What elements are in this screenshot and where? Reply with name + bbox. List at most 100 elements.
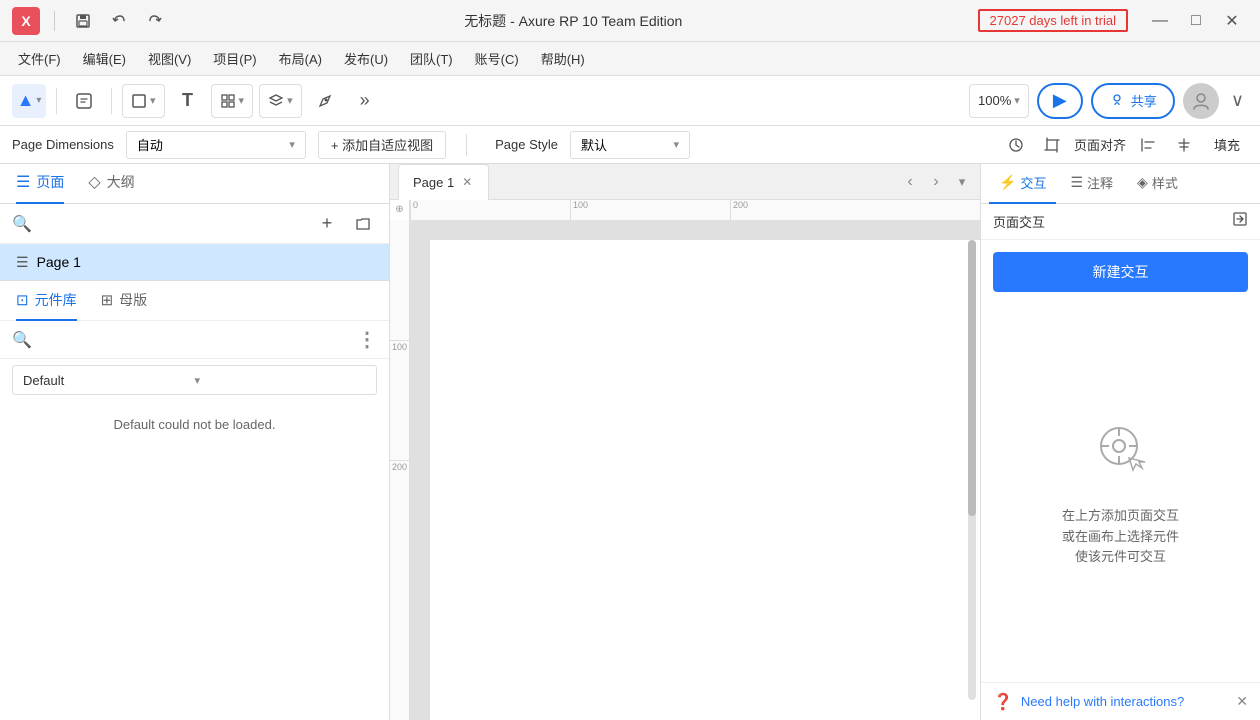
- canvas-scrollbar[interactable]: [968, 240, 976, 700]
- canvas-content[interactable]: [410, 220, 980, 720]
- undo-button[interactable]: [105, 7, 133, 35]
- tab-notes[interactable]: ☰ 注释: [1060, 164, 1123, 204]
- menu-project[interactable]: 项目(P): [203, 45, 266, 72]
- add-adaptive-view-button[interactable]: + 添加自适应视图: [318, 131, 446, 159]
- select-tool-button[interactable]: ▲ ▾: [12, 84, 46, 118]
- page-style-select[interactable]: 默认 ▾: [570, 131, 690, 159]
- search-icon[interactable]: 🔍: [12, 214, 32, 234]
- canvas-tab-page1[interactable]: Page 1 ✕: [398, 164, 489, 200]
- user-avatar-button[interactable]: [1183, 83, 1219, 119]
- component-more-button[interactable]: ⋮: [357, 327, 377, 352]
- toolbar-right: 100% ▾ ▶ 共享 ∨: [969, 83, 1248, 119]
- page-style-label: Page Style: [495, 137, 558, 152]
- fill-button[interactable]: 填充: [1206, 131, 1248, 159]
- menu-file[interactable]: 文件(F): [8, 45, 71, 72]
- toolbar-sep-1: [56, 88, 57, 114]
- canvas-nav-next[interactable]: ›: [924, 170, 948, 194]
- share-button[interactable]: 共享: [1091, 83, 1175, 119]
- layer-tool-dropdown[interactable]: ▾: [259, 84, 302, 118]
- right-panel: ⚡ 交互 ☰ 注释 ◈ 样式 页面交互 新建交互: [980, 164, 1260, 720]
- add-page-button[interactable]: +: [313, 210, 341, 238]
- export-icon[interactable]: [1232, 211, 1248, 232]
- menu-bar: 文件(F) 编辑(E) 视图(V) 项目(P) 布局(A) 发布(U) 团队(T…: [0, 42, 1260, 76]
- component-search-icon[interactable]: 🔍: [12, 330, 32, 350]
- tab-style[interactable]: ◈ 样式: [1127, 164, 1188, 204]
- canvas-page[interactable]: [430, 240, 980, 720]
- pen-tool-button[interactable]: [308, 84, 342, 118]
- tab-components[interactable]: ⊡ 元件库: [16, 281, 77, 321]
- help-icon: ❓: [993, 692, 1013, 712]
- style-icon: ◈: [1137, 174, 1148, 191]
- menu-publish[interactable]: 发布(U): [334, 45, 398, 72]
- interaction-header: 页面交互: [981, 204, 1260, 240]
- help-close-button[interactable]: ✕: [1236, 693, 1248, 710]
- page-dimensions-select[interactable]: 自动 ▾: [126, 131, 306, 159]
- canvas-nav-menu[interactable]: ▾: [950, 170, 974, 194]
- empty-state-icon: [1091, 418, 1151, 490]
- pages-icon: ☰: [16, 172, 30, 192]
- tab-interaction[interactable]: ⚡ 交互: [989, 164, 1056, 204]
- tab-outline[interactable]: ◇ 大纲: [88, 164, 134, 204]
- title-bar: X 无标题 - Axure RP 10 Team Edition 27027 d…: [0, 0, 1260, 42]
- new-interaction-button[interactable]: 新建交互: [993, 252, 1248, 292]
- canvas-nav-prev[interactable]: ‹: [898, 170, 922, 194]
- shape-tool-dropdown[interactable]: ▾: [122, 84, 165, 118]
- menu-layout[interactable]: 布局(A): [269, 45, 332, 72]
- menu-account[interactable]: 账号(C): [465, 45, 529, 72]
- window-controls: — □ ✕: [1144, 7, 1248, 35]
- minimize-button[interactable]: —: [1144, 7, 1176, 35]
- history-button[interactable]: [1002, 131, 1030, 159]
- save-button[interactable]: [69, 7, 97, 35]
- preview-button[interactable]: ▶: [1037, 83, 1083, 119]
- canvas-tab-close[interactable]: ✕: [460, 173, 474, 191]
- interact-tool-button[interactable]: [67, 84, 101, 118]
- page-list-item[interactable]: ☰ Page 1: [0, 244, 389, 280]
- interaction-icon: ⚡: [999, 174, 1016, 191]
- dims-right: 页面对齐 填充: [1002, 131, 1248, 159]
- scrollbar-thumb: [968, 240, 976, 516]
- canvas-area: Page 1 ✕ ‹ › ▾ ⊕ 0 100 200 100 200: [390, 164, 980, 720]
- toolbar-sep-2: [111, 88, 112, 114]
- component-library-dropdown[interactable]: Default ▾: [12, 365, 377, 395]
- zoom-control[interactable]: 100% ▾: [969, 84, 1029, 118]
- components-icon: ⊡: [16, 291, 29, 309]
- tab-pages[interactable]: ☰ 页面: [16, 164, 64, 204]
- group-tool-dropdown[interactable]: ▾: [211, 84, 254, 118]
- maximize-button[interactable]: □: [1180, 7, 1212, 35]
- menu-help[interactable]: 帮助(H): [531, 45, 595, 72]
- menu-team[interactable]: 团队(T): [400, 45, 463, 72]
- menu-edit[interactable]: 编辑(E): [73, 45, 136, 72]
- close-button[interactable]: ✕: [1216, 7, 1248, 35]
- ruler-mark-0: 0: [410, 200, 418, 220]
- pages-tabs: ☰ 页面 ◇ 大纲: [0, 164, 389, 204]
- ruler-mark-100: 100: [570, 200, 588, 220]
- redo-button[interactable]: [141, 7, 169, 35]
- menu-view[interactable]: 视图(V): [138, 45, 201, 72]
- text-tool-button[interactable]: T: [171, 84, 205, 118]
- dims-sep: [466, 134, 467, 156]
- ruler-mark-200: 200: [730, 200, 748, 220]
- tab-masters[interactable]: ⊞ 母版: [101, 281, 148, 321]
- align-center-button[interactable]: [1170, 131, 1198, 159]
- ruler-vertical: 100 200: [390, 220, 410, 720]
- ruler-mark-v-200: 200: [390, 460, 409, 472]
- toolbar-more-button[interactable]: ∨: [1227, 86, 1248, 115]
- ruler-mark-v-100: 100: [390, 340, 409, 352]
- more-tools-button[interactable]: »: [348, 84, 382, 118]
- canvas-tabs: Page 1 ✕ ‹ › ▾: [390, 164, 980, 200]
- add-folder-button[interactable]: [349, 210, 377, 238]
- help-bar: ❓ Need help with interactions? ✕: [981, 682, 1260, 720]
- dims-bar: Page Dimensions 自动 ▾ + 添加自适应视图 Page Styl…: [0, 126, 1260, 164]
- pages-search-bar: 🔍 +: [0, 204, 389, 244]
- crop-button[interactable]: [1038, 131, 1066, 159]
- page-align-label: 页面对齐: [1074, 135, 1126, 154]
- help-text[interactable]: Need help with interactions?: [1021, 694, 1228, 709]
- align-left-button[interactable]: [1134, 131, 1162, 159]
- app-icon: X: [12, 7, 169, 35]
- component-toolbar: 🔍 ⋮: [0, 321, 389, 359]
- empty-interaction-state: 在上方添加页面交互 或在画布上选择元件 使该元件可交互: [981, 304, 1260, 682]
- canvas-body: 100 200: [390, 220, 980, 720]
- main-content: ☰ 页面 ◇ 大纲 🔍 + ☰ Page 1 ⊡: [0, 164, 1260, 720]
- trial-badge[interactable]: 27027 days left in trial: [978, 9, 1128, 32]
- title-sep: [54, 11, 55, 31]
